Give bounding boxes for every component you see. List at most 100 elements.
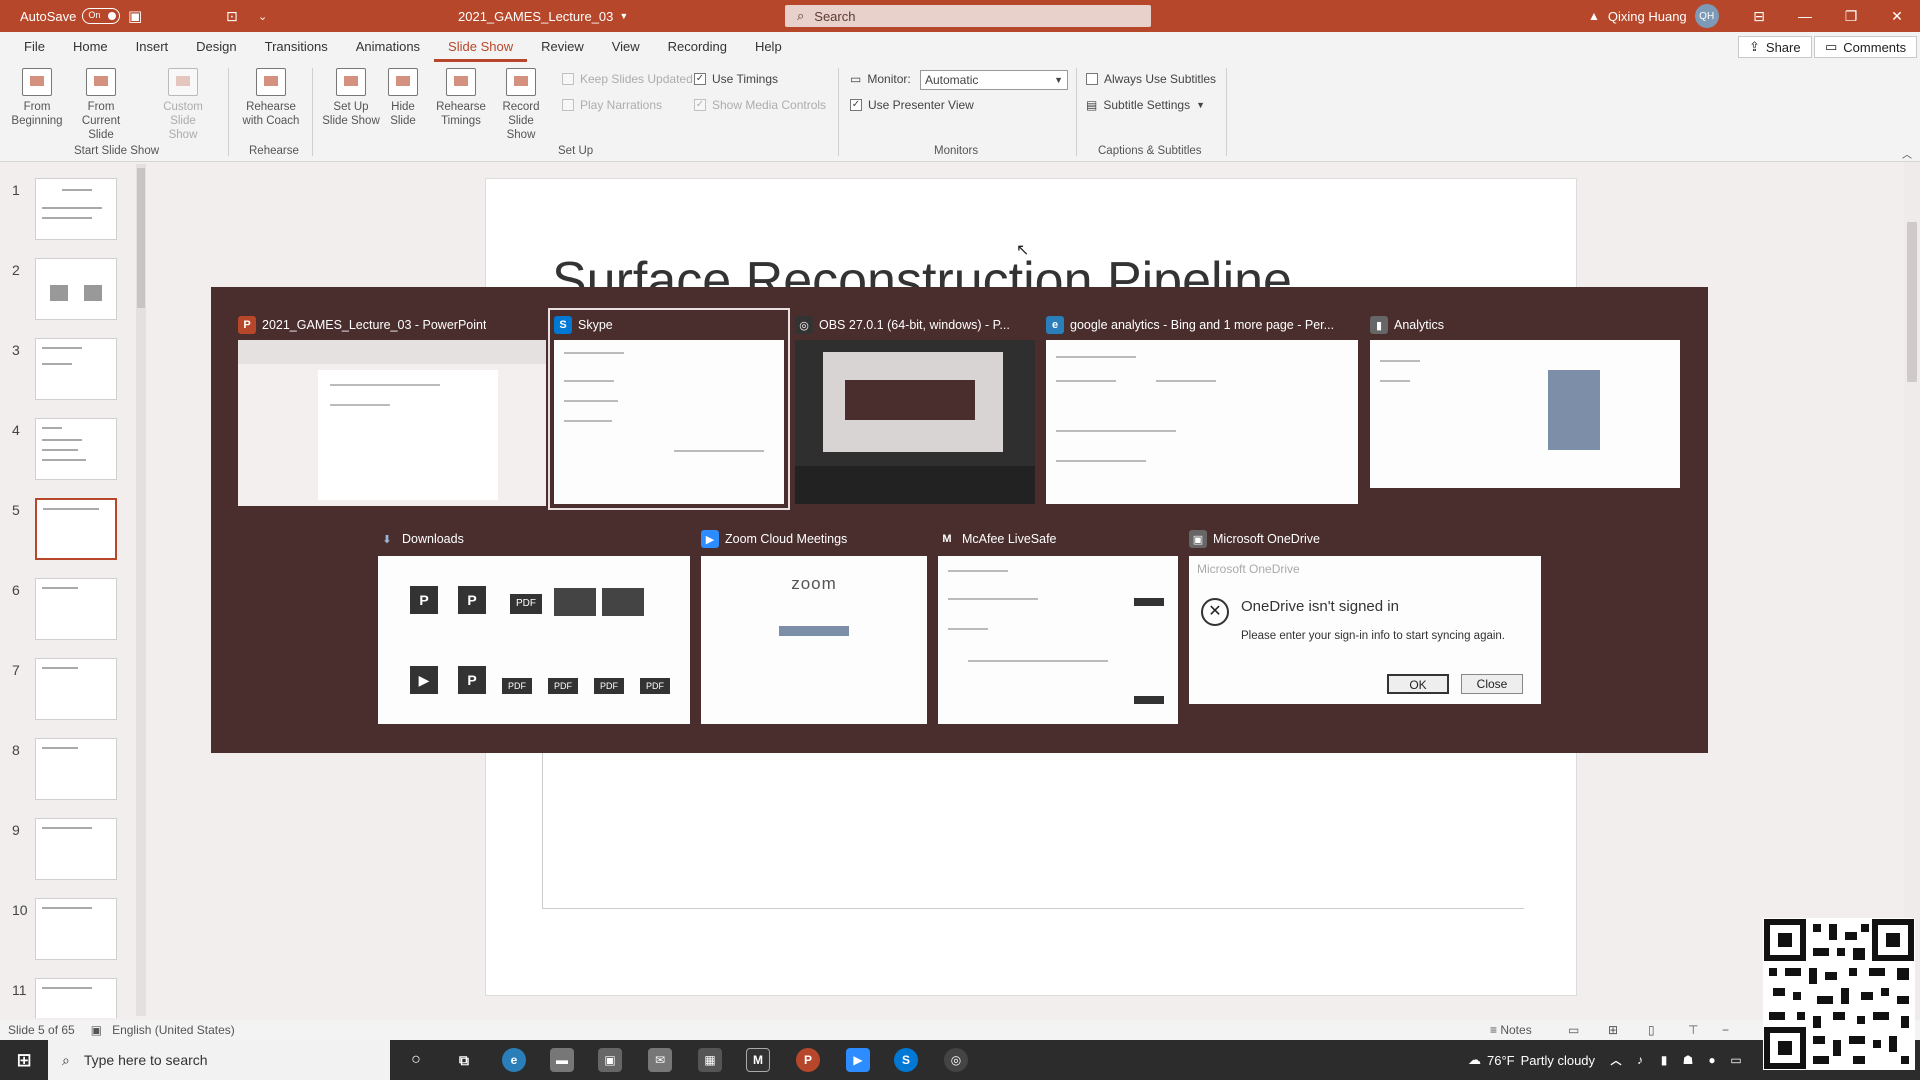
restore-icon[interactable]: ❐ xyxy=(1828,8,1874,25)
normal-view-icon[interactable]: ▭ xyxy=(1568,1023,1579,1037)
record-slide-show-button[interactable]: Record Slide Show xyxy=(490,68,552,142)
cortana-icon[interactable]: ○ xyxy=(404,1048,428,1072)
tab-view[interactable]: View xyxy=(598,32,654,62)
present-icon[interactable]: ⊡ xyxy=(226,0,238,32)
tab-transitions[interactable]: Transitions xyxy=(251,32,342,62)
ok-button[interactable]: OK xyxy=(1387,674,1449,694)
windows-start-icon[interactable]: ⊞ xyxy=(12,1048,36,1072)
play-narrations-checkbox[interactable]: Play Narrations xyxy=(562,98,662,112)
network-icon[interactable]: ☗ xyxy=(1676,1048,1700,1072)
tab-home[interactable]: Home xyxy=(59,32,122,62)
close-icon[interactable]: ✕ xyxy=(1874,8,1920,25)
window-downloads[interactable]: ⬇ Downloads PDF P P ▶ P PDF PDF PDF PDF xyxy=(378,528,690,728)
scrollbar-thumb[interactable] xyxy=(1907,222,1917,382)
rehearse-timings-button[interactable]: Rehearse Timings xyxy=(430,68,492,128)
tab-design[interactable]: Design xyxy=(182,32,250,62)
keep-slides-updated-checkbox[interactable]: Keep Slides Updated xyxy=(562,72,693,86)
slide-number: 1 xyxy=(12,182,20,198)
slide-thumbnail-10[interactable]: 10 xyxy=(0,898,130,968)
scrollbar-thumb[interactable] xyxy=(137,168,145,308)
window-mcafee[interactable]: M McAfee LiveSafe xyxy=(938,528,1178,728)
show-media-controls-checkbox[interactable]: ✓ Show Media Controls xyxy=(694,98,826,112)
store-icon[interactable]: ▣ xyxy=(598,1048,622,1072)
use-timings-checkbox[interactable]: ✓ Use Timings xyxy=(694,72,778,86)
slide-thumbnail-4[interactable]: 4 xyxy=(0,418,130,488)
search-input[interactable]: ⌕ Search xyxy=(785,5,1151,27)
slide-scrollbar[interactable] xyxy=(1904,162,1920,1020)
obs-icon[interactable]: ◎ xyxy=(944,1048,968,1072)
slide-content-placeholder[interactable] xyxy=(542,749,1524,909)
always-use-subtitles-checkbox[interactable]: Always Use Subtitles xyxy=(1086,72,1216,86)
language-indicator[interactable]: English (United States) xyxy=(112,1023,235,1037)
autosave-control[interactable]: AutoSave On xyxy=(20,0,121,32)
weather-widget[interactable]: ☁ 76°F Partly cloudy xyxy=(1468,1040,1595,1080)
window-onedrive[interactable]: ▣ Microsoft OneDrive Microsoft OneDrive … xyxy=(1189,528,1541,708)
chevron-up-icon[interactable]: ︿ xyxy=(1604,1048,1628,1072)
slide-thumbnail-9[interactable]: 9 xyxy=(0,818,130,888)
slideshow-view-icon[interactable]: ⊤ xyxy=(1688,1023,1698,1037)
slide-thumbnail-6[interactable]: 6 xyxy=(0,578,130,648)
file-explorer-icon[interactable]: ▬ xyxy=(550,1048,574,1072)
slide-thumbnail-1[interactable]: 1 xyxy=(0,178,130,248)
slide-number: 5 xyxy=(12,502,20,518)
autosave-toggle[interactable]: On xyxy=(82,8,121,24)
task-view-icon[interactable]: ⧉ xyxy=(452,1048,476,1072)
analytics-app-icon[interactable]: ▦ xyxy=(698,1048,722,1072)
edge-icon[interactable]: e xyxy=(502,1048,526,1072)
rehearse-with-coach-button[interactable]: Rehearse with Coach xyxy=(240,68,302,128)
tab-review[interactable]: Review xyxy=(527,32,598,62)
window-skype[interactable]: S Skype xyxy=(548,308,790,510)
slide-thumbnail-8[interactable]: 8 xyxy=(0,738,130,808)
close-button[interactable]: Close xyxy=(1461,674,1523,694)
mail-icon[interactable]: ✉ xyxy=(648,1048,672,1072)
display-icon[interactable]: ▭ xyxy=(1724,1048,1748,1072)
battery-icon[interactable]: ▮ xyxy=(1652,1048,1676,1072)
collapse-ribbon-icon[interactable]: ︿ xyxy=(1902,146,1912,161)
zoom-icon[interactable]: ▶ xyxy=(846,1048,870,1072)
reading-view-icon[interactable]: ▯ xyxy=(1648,1023,1655,1037)
slide-thumbnail-2[interactable]: 2 xyxy=(0,258,130,328)
skype-icon[interactable]: S xyxy=(894,1048,918,1072)
zoom-out-icon[interactable]: − xyxy=(1722,1023,1729,1037)
window-obs[interactable]: ◎ OBS 27.0.1 (64-bit, windows) - P... xyxy=(795,314,1035,504)
window-zoom[interactable]: ▶ Zoom Cloud Meetings zoom xyxy=(701,528,927,728)
tab-slide-show[interactable]: Slide Show xyxy=(434,32,528,62)
customize-toolbar-icon[interactable]: ⌄ xyxy=(258,0,267,32)
microphone-icon[interactable]: ● xyxy=(1700,1048,1724,1072)
powerpoint-icon[interactable]: P xyxy=(796,1048,820,1072)
slide-thumbnail-11[interactable]: 11 xyxy=(0,978,130,1018)
tab-insert[interactable]: Insert xyxy=(122,32,183,62)
thumbnail-scrollbar[interactable] xyxy=(136,164,146,1016)
slide-thumbnail-5[interactable]: 5 xyxy=(0,498,130,568)
notes-button[interactable]: ≡ Notes xyxy=(1490,1023,1532,1037)
from-current-slide-button[interactable]: From Current Slide xyxy=(70,68,132,142)
subtitle-settings-button[interactable]: ▤ Subtitle Settings ▼ xyxy=(1086,98,1205,112)
taskbar-search-input[interactable]: ⌕ Type here to search xyxy=(48,1040,390,1080)
ribbon-display-icon[interactable]: ⊟ xyxy=(1736,8,1782,25)
document-title[interactable]: 2021_GAMES_Lecture_03 ▼ xyxy=(458,0,628,32)
tab-animations[interactable]: Animations xyxy=(342,32,434,62)
tab-file[interactable]: File xyxy=(10,32,59,62)
from-beginning-button[interactable]: From Beginning xyxy=(6,68,68,128)
window-powerpoint[interactable]: P 2021_GAMES_Lecture_03 - PowerPoint xyxy=(238,314,546,506)
custom-slide-show-button[interactable]: Custom Slide Show xyxy=(152,68,214,142)
share-button[interactable]: ⇪ Share xyxy=(1738,36,1812,58)
save-icon[interactable]: ▣ xyxy=(128,0,142,32)
use-presenter-view-checkbox[interactable]: ✓ Use Presenter View xyxy=(850,98,974,112)
slide-sorter-icon[interactable]: ⊞ xyxy=(1608,1023,1618,1037)
slide-thumbnail-7[interactable]: 7 xyxy=(0,658,130,728)
account-area[interactable]: ▲ Qixing Huang QH xyxy=(1588,0,1719,32)
slide-thumbnail-3[interactable]: 3 xyxy=(0,338,130,408)
monitor-select[interactable]: Automatic ▼ xyxy=(920,70,1068,90)
hide-slide-button[interactable]: Hide Slide xyxy=(372,68,434,128)
mcafee-icon[interactable]: M xyxy=(746,1048,770,1072)
comments-button[interactable]: ▭ Comments xyxy=(1814,36,1918,58)
analytics-icon: ▮ xyxy=(1370,316,1388,334)
spellcheck-icon[interactable]: ▣ xyxy=(91,1023,102,1037)
tab-recording[interactable]: Recording xyxy=(654,32,741,62)
tab-help[interactable]: Help xyxy=(741,32,796,62)
window-analytics[interactable]: ▮ Analytics xyxy=(1370,314,1680,504)
window-edge[interactable]: e google analytics - Bing and 1 more pag… xyxy=(1046,314,1358,504)
minimize-icon[interactable]: — xyxy=(1782,8,1828,24)
volume-icon[interactable]: ♪ xyxy=(1628,1048,1652,1072)
